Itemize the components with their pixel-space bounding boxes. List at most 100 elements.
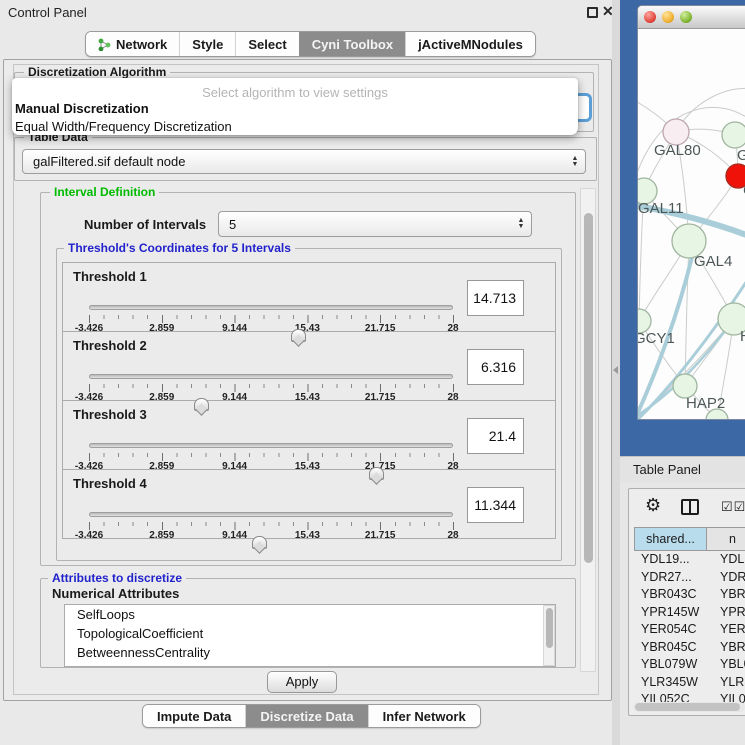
slider-thumb[interactable] xyxy=(369,467,384,480)
tab-cyni-toolbox[interactable]: Cyni Toolbox xyxy=(299,32,405,56)
dropdown-option[interactable]: Manual Discretization xyxy=(15,100,575,118)
minimize-traffic-icon[interactable] xyxy=(662,11,674,23)
slider-thumb[interactable] xyxy=(291,329,306,342)
table-row[interactable]: YBL079W YBL0 xyxy=(634,656,745,674)
gear-icon[interactable]: ⚙ xyxy=(645,495,661,516)
network-canvas[interactable]: GAL80GACGAL11GAL4GCY1HAHAP2 xyxy=(638,29,745,420)
attributes-scrollbar-thumb[interactable] xyxy=(546,608,553,648)
network-node[interactable] xyxy=(722,122,745,148)
num-intervals-label: Number of Intervals xyxy=(84,217,206,232)
slider-major-ticks xyxy=(89,453,454,461)
node-table: shared... n YDL19... YDL1 YDR27... YDR2 xyxy=(634,527,745,705)
table-row[interactable]: YBR045C YBR0 xyxy=(634,639,745,657)
threshold-value-field[interactable]: 11.344 xyxy=(467,487,524,523)
network-node-label: GA xyxy=(737,147,745,164)
bottom-tab-bar: Impute Data Discretize Data Infer Networ… xyxy=(142,704,481,728)
threshold-panel: Threshold 2 -3.426 2.859 9.144 15.43 21.… xyxy=(62,331,556,401)
tick-label: 21.715 xyxy=(365,530,396,541)
threshold-panel: Threshold 3 -3.426 2.859 9.144 15.43 21.… xyxy=(62,400,556,470)
threshold-panel: Threshold 1 -3.426 2.859 9.144 15.43 21.… xyxy=(62,262,556,332)
panel-divider[interactable] xyxy=(612,0,620,745)
attributes-scrollbar[interactable] xyxy=(543,605,555,666)
thresholds-group-title: Threshold's Coordinates for 5 Intervals xyxy=(64,242,295,254)
table-data-combobox[interactable]: galFiltered.sif default node ▲▼ xyxy=(22,149,586,174)
threshold-value-field[interactable]: 21.4 xyxy=(467,418,524,454)
tab-impute-data[interactable]: Impute Data xyxy=(143,705,245,727)
slider-major-ticks xyxy=(89,522,454,530)
network-desktop: GAL80GACGAL11GAL4GCY1HAHAP2 xyxy=(620,0,745,456)
attribute-list-item[interactable]: TopologicalCoefficient xyxy=(65,624,555,643)
tab-style[interactable]: Style xyxy=(179,32,235,56)
network-node-label: HAP2 xyxy=(686,395,725,412)
num-intervals-value: 5 xyxy=(219,217,515,232)
slider-thumb[interactable] xyxy=(194,398,209,411)
threshold-value-field[interactable]: 6.316 xyxy=(467,349,524,385)
network-node-label: GAL11 xyxy=(638,200,684,217)
attribute-list-item[interactable]: SelfLoops xyxy=(65,605,555,624)
float-icon[interactable] xyxy=(587,7,598,18)
dropdown-placeholder: Select algorithm to view settings xyxy=(12,85,578,100)
table-row[interactable]: YLR345W YLR3 xyxy=(634,674,745,692)
table-row[interactable]: YBR043C YBR0 xyxy=(634,586,745,604)
algorithm-group-title: Discretization Algorithm xyxy=(24,66,170,78)
numerical-attributes-label: Numerical Attributes xyxy=(52,586,179,601)
table-panel: ⚙ ☑☑ shared... n YDL19... YDL1 YDR27... xyxy=(628,488,745,716)
tick-label: 15.43 xyxy=(295,530,320,541)
threshold-value-field[interactable]: 14.713 xyxy=(467,280,524,316)
checkbox-filter-icons[interactable]: ☑☑ xyxy=(721,499,745,515)
tab-infer-network[interactable]: Infer Network xyxy=(368,705,480,727)
threshold-panel: Threshold 4 -3.426 2.859 9.144 15.43 21.… xyxy=(62,469,556,539)
tick-label: 2.859 xyxy=(149,530,174,541)
network-node-label: GCY1 xyxy=(638,330,675,347)
attributes-list: SelfLoops TopologicalCoefficient Between… xyxy=(64,604,556,667)
settings-scrollbar-thumb[interactable] xyxy=(584,213,593,563)
apply-button[interactable]: Apply xyxy=(267,671,337,693)
network-node-label: GAL4 xyxy=(694,253,732,270)
num-intervals-combobox[interactable]: 5 ▲▼ xyxy=(218,211,532,237)
tab-select[interactable]: Select xyxy=(235,32,298,56)
stepper-icon: ▲▼ xyxy=(569,156,585,168)
split-columns-icon[interactable] xyxy=(681,499,699,515)
table-panel-toolbar: ⚙ ☑☑ xyxy=(629,493,745,523)
tick-label: 28 xyxy=(447,530,458,541)
threshold-label: Threshold 3 xyxy=(73,407,147,422)
tab-discretize-data[interactable]: Discretize Data xyxy=(245,705,367,727)
column-header-name[interactable]: n xyxy=(707,528,745,550)
table-panel-title: Table Panel xyxy=(633,462,701,477)
close-traffic-icon[interactable] xyxy=(644,11,656,23)
table-header-row: shared... n xyxy=(634,527,745,551)
network-node-label: HA xyxy=(740,328,745,345)
network-window[interactable]: GAL80GACGAL11GAL4GCY1HAHAP2 xyxy=(637,5,745,420)
table-row[interactable]: YER054C YER0 xyxy=(634,621,745,639)
threshold-label: Threshold 1 xyxy=(73,269,147,284)
network-node-label: GAL80 xyxy=(654,142,701,159)
tab-network[interactable]: Network xyxy=(86,32,179,56)
table-panel-titlebar: Table Panel xyxy=(620,456,745,482)
table-data-value: galFiltered.sif default node xyxy=(23,154,569,169)
table-row[interactable]: YDL19... YDL1 xyxy=(634,551,745,569)
network-icon xyxy=(98,38,111,51)
settings-scrollbar[interactable] xyxy=(580,188,596,672)
threshold-label: Threshold 2 xyxy=(73,338,147,353)
stepper-icon: ▲▼ xyxy=(515,218,531,230)
top-tab-bar: Network Style Select Cyni Toolbox jActiv… xyxy=(85,31,536,57)
zoom-traffic-icon[interactable] xyxy=(680,11,692,23)
slider-thumb[interactable] xyxy=(252,536,267,549)
app-window: Control Panel ✕ Network Style Select Cyn… xyxy=(0,0,745,745)
attribute-list-item[interactable]: BetweennessCentrality xyxy=(65,643,555,662)
tab-jactivemnodules[interactable]: jActiveMNodules xyxy=(405,32,535,56)
dropdown-option[interactable]: Equal Width/Frequency Discretization xyxy=(15,118,575,136)
table-hscrollbar-thumb[interactable] xyxy=(635,703,740,711)
slider-major-ticks xyxy=(89,384,454,392)
table-row[interactable]: YPR145W YPR1 xyxy=(634,604,745,622)
tick-label: -3.426 xyxy=(75,530,103,541)
interval-definition-title: Interval Definition xyxy=(50,186,159,198)
attributes-group-title: Attributes to discretize xyxy=(48,572,186,584)
control-panel-title: Control Panel xyxy=(8,5,87,20)
table-row[interactable]: YDR27... YDR2 xyxy=(634,569,745,587)
table-hscrollbar[interactable] xyxy=(633,702,745,712)
algorithm-dropdown: Select algorithm to view settings Manual… xyxy=(12,78,578,135)
network-window-titlebar[interactable] xyxy=(638,6,745,29)
column-header-shared[interactable]: shared... xyxy=(635,528,707,550)
slider-major-ticks xyxy=(89,315,454,323)
